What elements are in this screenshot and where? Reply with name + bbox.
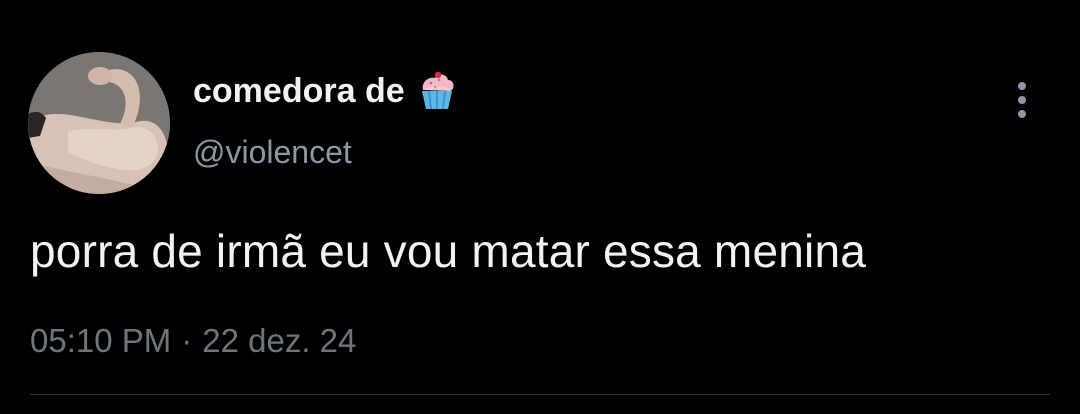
cupcake-icon xyxy=(417,70,457,112)
avatar[interactable] xyxy=(28,52,170,194)
display-name[interactable]: comedora de xyxy=(193,70,457,112)
more-vertical-icon-dot xyxy=(1018,96,1026,104)
more-vertical-icon xyxy=(1018,82,1026,90)
display-name-text: comedora de xyxy=(193,71,405,110)
tweet-date: 22 dez. 24 xyxy=(202,322,357,359)
meta-separator: · xyxy=(181,322,193,359)
author-handle[interactable]: @violencet xyxy=(193,134,352,171)
tweet-text: porra de irmã eu vou matar essa menina xyxy=(30,225,867,277)
more-options-button[interactable] xyxy=(1004,78,1040,122)
divider xyxy=(30,394,1050,395)
tweet-time: 05:10 PM xyxy=(30,322,172,359)
more-vertical-icon-dot xyxy=(1018,110,1026,118)
tweet-detail: comedora de @violencet porra de irmã eu … xyxy=(0,0,1080,414)
avatar-image xyxy=(28,52,170,194)
tweet-timestamp[interactable]: 05:10 PM · 22 dez. 24 xyxy=(30,322,356,360)
